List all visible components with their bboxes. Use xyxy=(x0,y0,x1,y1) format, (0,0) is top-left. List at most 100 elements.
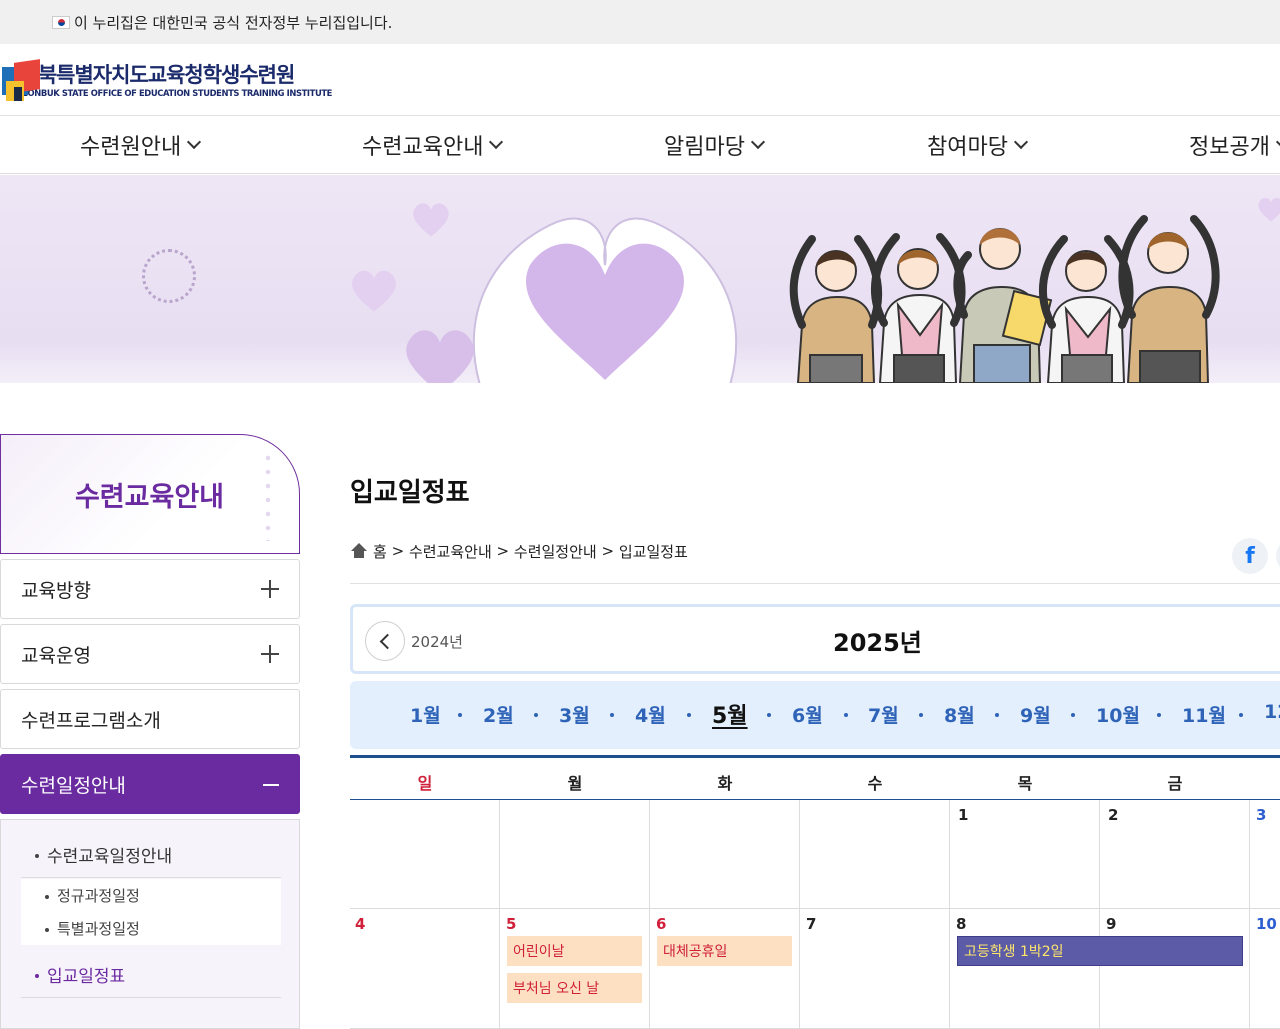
event-substitute-holiday[interactable]: 대체공휴일 xyxy=(657,936,792,966)
month-tab-11[interactable]: 11월 xyxy=(1182,701,1226,728)
breadcrumb: 홈 > 수련교육안내 > 수련일정안내 > 입교일정표 xyxy=(350,540,688,562)
logo-name-en: JEONBUK STATE OFFICE OF EDUCATION STUDEN… xyxy=(19,88,333,98)
event-high-school-trip[interactable]: 고등학생 1박2일 xyxy=(957,936,1243,966)
breadcrumb-education[interactable]: 수련교육안내 xyxy=(409,541,492,562)
students-illustration xyxy=(789,215,1220,383)
month-tab-1[interactable]: 1월 xyxy=(410,701,441,728)
main-navigation: 수련원안내 수련교육안내 알림마당 참여마당 정보공개 xyxy=(0,116,1280,174)
heart-decoration xyxy=(413,203,449,237)
gnb-item-disclosure[interactable]: 정보공개 xyxy=(1189,116,1280,174)
weekday-mon: 월 xyxy=(567,774,583,793)
logo-mark-icon xyxy=(2,59,40,103)
weekday-fri: 금 xyxy=(1167,774,1183,793)
plus-icon xyxy=(261,580,279,598)
gov-notice-text: 이 누리집은 대한민국 공식 전자정부 누리집입니다. xyxy=(74,13,393,32)
month-tab-8[interactable]: 8월 xyxy=(944,701,975,728)
event-children-day[interactable]: 어린이날 xyxy=(507,936,642,966)
submenu-item-regular[interactable]: 정규과정일정 xyxy=(21,879,281,911)
date-number: 10 xyxy=(1256,915,1277,933)
heart-decoration xyxy=(352,270,396,312)
breadcrumb-home[interactable]: 홈 xyxy=(373,541,387,562)
chevron-down-icon xyxy=(1275,134,1280,150)
date-number: 9 xyxy=(1106,915,1117,933)
prev-year-label[interactable]: 2024년 xyxy=(411,631,463,652)
calendar-cell: 4 xyxy=(350,909,500,1029)
submenu-item-schedule-guide[interactable]: 수련교육일정안내 xyxy=(21,832,281,878)
month-tab-2[interactable]: 2월 xyxy=(483,701,514,728)
breadcrumb-current: 입교일정표 xyxy=(618,542,688,561)
calendar-cell xyxy=(350,800,500,909)
minus-icon xyxy=(263,784,279,786)
calendar-cell: 3 xyxy=(1250,800,1280,909)
event-buddha-birthday[interactable]: 부처님 오신 날 xyxy=(507,973,642,1003)
chevron-down-icon xyxy=(187,134,202,150)
site-header: 전북특별자치도교육청학생수련원 JEONBUK STATE OFFICE OF … xyxy=(0,44,1280,116)
gnb-item-about[interactable]: 수련원안내 xyxy=(80,116,202,174)
calendar-cell: 7 xyxy=(800,909,950,1029)
side-menu-item-education-operation[interactable]: 교육운영 xyxy=(0,624,300,684)
share-icon[interactable] xyxy=(1276,538,1280,574)
calendar-cell xyxy=(500,800,650,909)
side-menu-item-program-intro[interactable]: 수련프로그램소개 xyxy=(0,689,300,749)
gnb-item-education[interactable]: 수련교육안내 xyxy=(362,116,504,174)
weekday-wed: 수 xyxy=(867,774,883,793)
month-tabs: 1월 2월 3월 4월 5월 6월 7월 8월 9월 10월 11월 12 xyxy=(350,681,1280,749)
chevron-down-icon xyxy=(489,134,504,150)
calendar-cell: 6 대체공휴일 xyxy=(650,909,800,1029)
submenu-item-special[interactable]: 특별과정일정 xyxy=(21,912,281,944)
calendar-cell: 2 xyxy=(1100,800,1250,909)
current-year: 2025년 xyxy=(833,629,922,657)
home-icon xyxy=(350,543,368,559)
date-number: 4 xyxy=(355,915,366,933)
submenu-item-admission-schedule[interactable]: 입교일정표 xyxy=(21,952,281,998)
side-menu-item-schedule[interactable]: 수련일정안내 xyxy=(0,754,300,814)
calendar-cell xyxy=(800,800,950,909)
calendar-cell: 1 xyxy=(950,800,1100,909)
side-menu-title: 수련교육안내 xyxy=(0,434,300,554)
month-tab-12[interactable]: 12 xyxy=(1264,701,1280,723)
breadcrumb-schedule[interactable]: 수련일정안내 xyxy=(514,541,597,562)
dotted-circle-decoration xyxy=(142,249,196,303)
facebook-share-icon[interactable]: f xyxy=(1232,538,1268,574)
sub-visual-banner xyxy=(0,175,1280,383)
gnb-item-participation[interactable]: 참여마당 xyxy=(927,116,1029,174)
calendar-cell: 5 어린이날 부처님 오신 날 xyxy=(500,909,650,1029)
month-tab-6[interactable]: 6월 xyxy=(792,701,823,728)
date-number: 7 xyxy=(806,915,817,933)
calendar-cell: 9 xyxy=(1100,909,1250,1029)
page-title: 입교일정표 xyxy=(350,478,470,508)
site-logo[interactable]: 전북특별자치도교육청학생수련원 JEONBUK STATE OFFICE OF … xyxy=(2,58,332,104)
month-tab-3[interactable]: 3월 xyxy=(559,701,590,728)
weekday-sun: 일 xyxy=(417,774,433,793)
date-number: 5 xyxy=(506,915,517,933)
plus-icon xyxy=(261,645,279,663)
prev-year-button[interactable] xyxy=(365,621,405,661)
logo-name-ko: 전북특별자치도교육청학생수련원 xyxy=(19,63,296,87)
month-tab-10[interactable]: 10월 xyxy=(1096,701,1140,728)
month-tab-9[interactable]: 9월 xyxy=(1020,701,1051,728)
gnb-item-notice[interactable]: 알림마당 xyxy=(664,116,766,174)
korea-flag-icon xyxy=(52,15,70,29)
side-menu-title-text: 수련교육안내 xyxy=(74,481,225,513)
heart-decoration xyxy=(1258,197,1280,222)
chevron-down-icon xyxy=(750,134,766,150)
weekday-thu: 목 xyxy=(1017,774,1033,793)
heart-decoration xyxy=(406,330,474,383)
year-navigator: 2024년 2025년 xyxy=(350,604,1280,674)
month-tab-5[interactable]: 5월 xyxy=(712,698,748,730)
weekday-tue: 화 xyxy=(717,774,733,793)
gov-notice-bar: 이 누리집은 대한민국 공식 전자정부 누리집입니다. xyxy=(0,0,1280,44)
side-submenu: 수련교육일정안내 정규과정일정 특별과정일정 입교일정표 xyxy=(0,819,300,1029)
submenu-depth3: 정규과정일정 특별과정일정 xyxy=(21,879,281,945)
month-tab-4[interactable]: 4월 xyxy=(635,701,666,728)
heart-hands-illustration xyxy=(472,217,738,383)
side-menu-item-education-direction[interactable]: 교육방향 xyxy=(0,559,300,619)
calendar-cell xyxy=(650,800,800,909)
date-number: 6 xyxy=(656,915,667,933)
date-number: 1 xyxy=(958,806,969,824)
calendar-cell: 10 xyxy=(1250,909,1280,1029)
calendar-cell: 8 xyxy=(950,909,1100,1029)
date-number: 8 xyxy=(956,915,967,933)
date-number: 2 xyxy=(1108,806,1119,824)
month-tab-7[interactable]: 7월 xyxy=(868,701,899,728)
